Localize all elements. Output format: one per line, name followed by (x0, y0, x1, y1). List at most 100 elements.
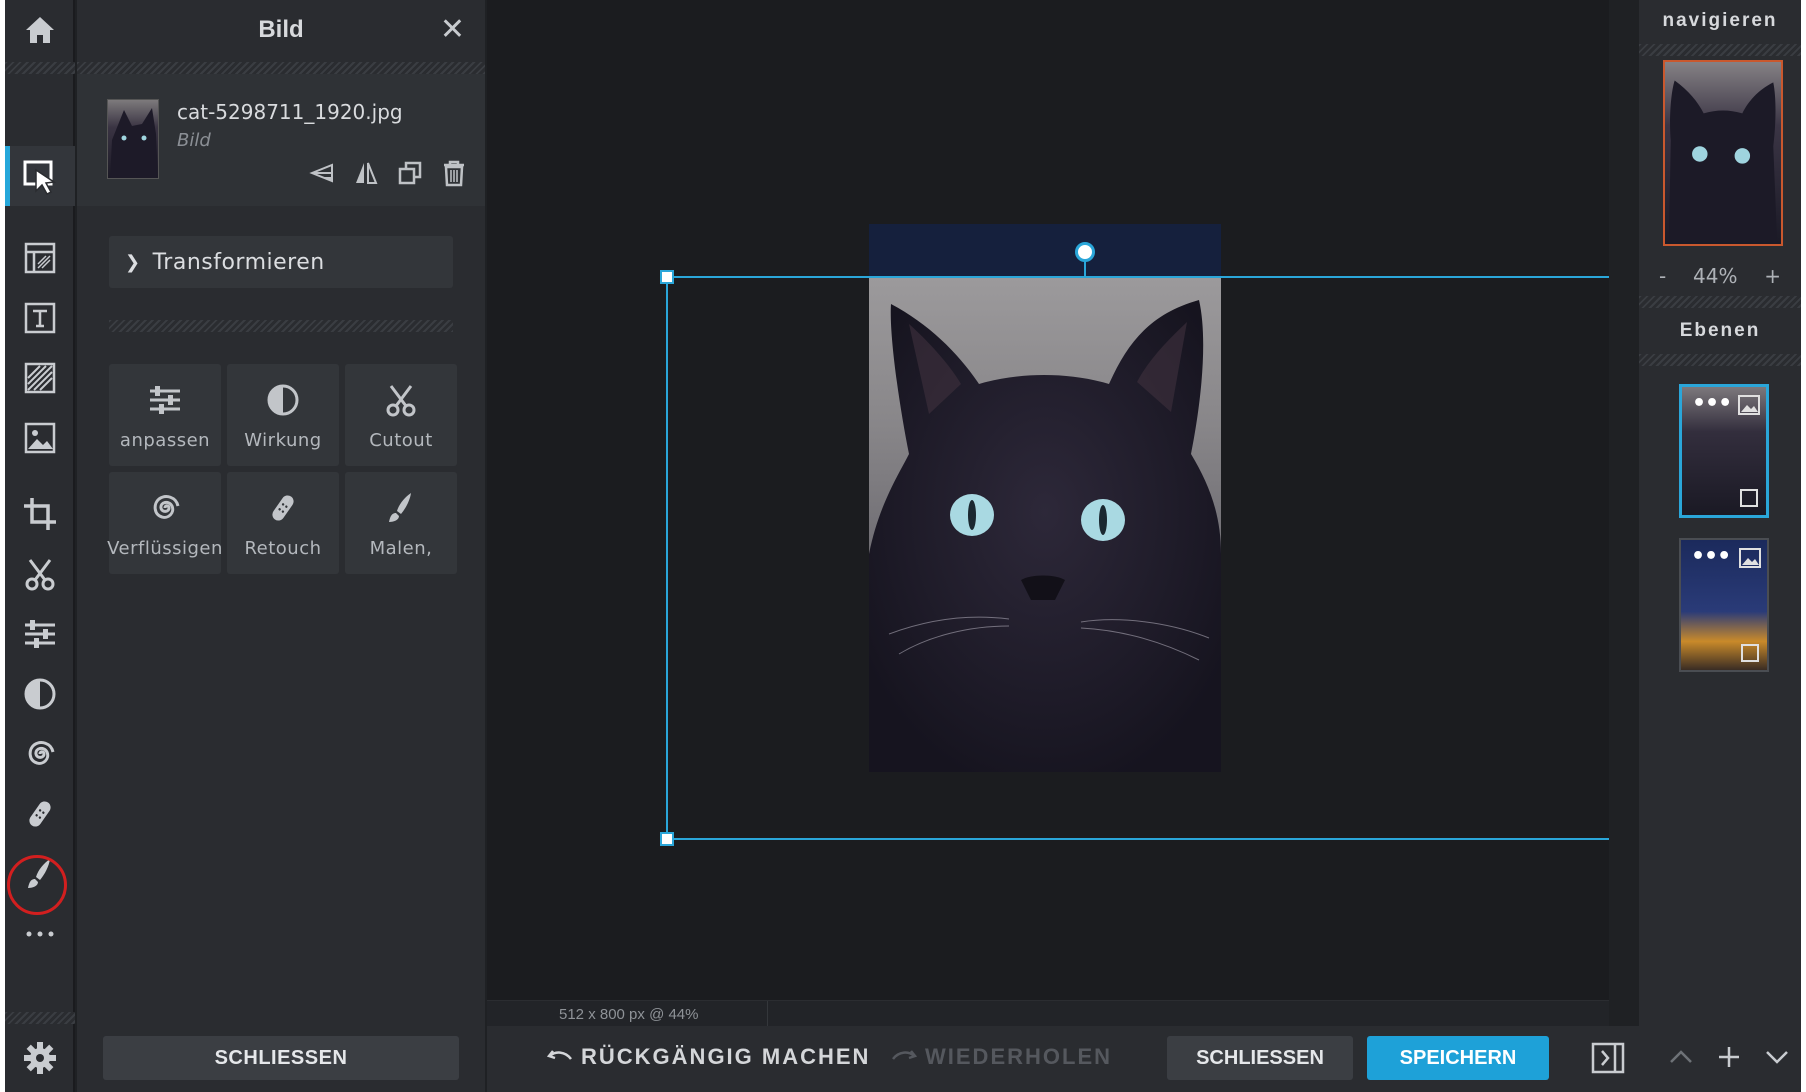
transform-section-button[interactable]: ❯ Transformieren (109, 236, 453, 288)
right-divider (1639, 354, 1801, 366)
save-button[interactable]: SPEICHERN (1367, 1036, 1549, 1080)
redo-icon (892, 1050, 917, 1060)
layer-item-background[interactable]: ••• (1679, 538, 1769, 672)
layer-image-icon (1738, 395, 1760, 415)
layer-actions (307, 158, 469, 188)
navigator-preview[interactable] (1663, 60, 1783, 246)
rotate-handle[interactable] (1075, 242, 1095, 262)
draw-tile[interactable]: Malen, (345, 472, 457, 574)
cat-image[interactable] (869, 224, 1221, 772)
crop-tool-button[interactable] (5, 486, 75, 542)
right-panel: navigieren - 44% + Ebenen ••• ••• (1639, 0, 1801, 1026)
add-layer-button[interactable] (1715, 1042, 1743, 1072)
liquify-tool-button[interactable] (5, 726, 75, 782)
adjust-tool-button[interactable] (5, 606, 75, 662)
duplicate-icon (398, 161, 422, 185)
tile-label: Malen, (369, 537, 433, 559)
right-divider (1639, 296, 1801, 308)
chevron-up-icon (1670, 1050, 1692, 1063)
hatch-fill-icon (24, 362, 56, 394)
template-tool-button[interactable] (5, 230, 75, 286)
layer-down-button[interactable] (1763, 1042, 1791, 1072)
delete-layer-button[interactable] (439, 158, 469, 188)
panel-toggle-icon (1591, 1042, 1625, 1074)
panel-close-button[interactable]: SCHLIESSEN (103, 1036, 459, 1080)
zoom-in-button[interactable]: + (1764, 264, 1781, 288)
layer-visibility-checkbox[interactable] (1741, 644, 1759, 662)
home-button[interactable] (5, 2, 75, 58)
contrast-icon (267, 384, 299, 415)
more-tools-button[interactable] (5, 906, 75, 962)
text-tool-button[interactable] (5, 290, 75, 346)
liquify-tile[interactable]: Verflüssigen (107, 472, 223, 574)
gear-icon (24, 1042, 56, 1074)
tile-label: Wirkung (244, 429, 322, 451)
text-icon (24, 302, 56, 334)
layer-controls (1667, 1042, 1791, 1072)
canvas-size-info: 512 x 800 px @ 44% (559, 1006, 699, 1023)
chevron-right-icon: ❯ (125, 251, 141, 273)
panel-title: Bild (258, 16, 304, 43)
scissors-icon (25, 559, 55, 591)
resize-handle-bottom-left[interactable] (660, 832, 674, 846)
redo-label: WIEDERHOLEN (925, 1044, 1112, 1069)
bandage-icon (29, 801, 51, 827)
selection-top-edge (666, 276, 1609, 278)
edit-tools-grid: anpassen Wirkung Cutout Verflüssigen Ret… (107, 364, 457, 574)
bottom-action-bar: RÜCKGÄNGIG MACHEN WIEDERHOLEN SCHLIESSEN… (487, 1026, 1801, 1092)
flip-horizontal-button[interactable] (307, 158, 337, 188)
right-divider (1639, 44, 1801, 56)
zoom-level: 44% (1693, 264, 1738, 288)
flip-vertical-icon (356, 162, 378, 184)
zoom-out-button[interactable]: - (1659, 264, 1666, 288)
select-arrow-icon (23, 160, 57, 195)
canvas-area[interactable] (487, 0, 1609, 1000)
flip-vertical-button[interactable] (351, 158, 381, 188)
zoom-controls: - 44% + (1639, 264, 1801, 288)
resize-handle-top-left[interactable] (660, 270, 674, 284)
duplicate-layer-button[interactable] (395, 158, 425, 188)
undo-button[interactable]: RÜCKGÄNGIG MACHEN (547, 1044, 870, 1070)
cat-illustration (869, 300, 1221, 772)
retouch-tool-button[interactable] (5, 786, 75, 842)
effect-tool-button[interactable] (5, 666, 75, 722)
spiral-icon (153, 494, 180, 519)
more-dots-icon (26, 931, 54, 937)
status-separator (767, 1001, 768, 1027)
chevron-down-icon (1766, 1051, 1788, 1064)
layer-item-cat[interactable]: ••• (1679, 384, 1769, 518)
trash-icon (444, 160, 464, 187)
undo-label: RÜCKGÄNGIG MACHEN (581, 1044, 871, 1069)
adjust-tile[interactable]: anpassen (109, 364, 221, 466)
contrast-icon (24, 678, 56, 710)
layer-menu-icon[interactable]: ••• (1691, 546, 1731, 568)
layer-menu-icon[interactable]: ••• (1692, 393, 1732, 415)
effect-tile[interactable]: Wirkung (227, 364, 339, 466)
sliders-icon (25, 620, 55, 648)
layer-visibility-checkbox[interactable] (1740, 489, 1758, 507)
spiral-icon (28, 741, 55, 765)
toggle-panel-button[interactable] (1591, 1042, 1625, 1074)
cutout-tile[interactable]: Cutout (345, 364, 457, 466)
template-icon (24, 242, 56, 274)
close-button[interactable]: SCHLIESSEN (1167, 1036, 1353, 1080)
fill-tool-button[interactable] (5, 350, 75, 406)
panel-divider (109, 320, 453, 332)
toolbar-divider (5, 62, 75, 74)
arrange-tool-button[interactable] (5, 146, 75, 206)
cutout-tool-button[interactable] (5, 546, 75, 602)
sliders-icon (150, 385, 180, 414)
panel-close-icon[interactable]: ✕ (440, 12, 465, 47)
panel-divider (77, 62, 485, 74)
cat-thumbnail-icon (110, 108, 158, 178)
retouch-tile[interactable]: Retouch (227, 472, 339, 574)
toolbar-divider (5, 1012, 75, 1024)
bandage-icon (272, 494, 294, 521)
layer-info-card: cat-5298711_1920.jpg Bild (77, 74, 485, 206)
layer-up-button[interactable] (1667, 1042, 1695, 1072)
home-icon (26, 17, 54, 43)
redo-button[interactable]: WIEDERHOLEN (891, 1044, 1112, 1070)
tile-label: Verflüssigen (107, 537, 223, 559)
settings-button[interactable] (5, 1030, 75, 1086)
image-tool-button[interactable] (5, 410, 75, 466)
